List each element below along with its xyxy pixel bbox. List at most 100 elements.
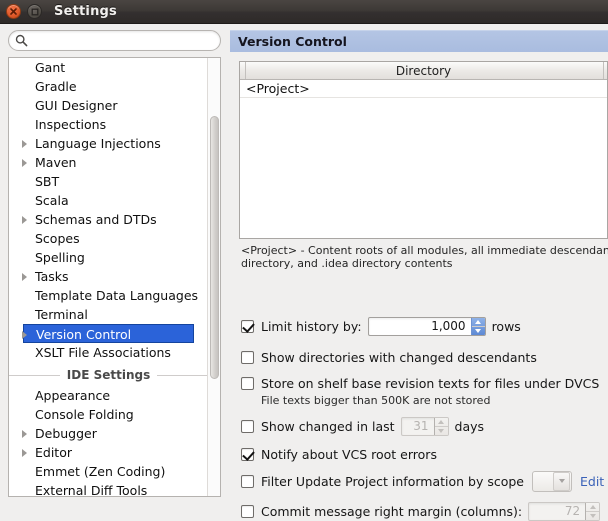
option-filter-update-project[interactable]: Filter Update Project information by sco… — [241, 470, 608, 492]
show-changed-spinner-buttons[interactable] — [433, 417, 448, 435]
sidebar-item-label: Appearance — [35, 388, 111, 403]
notify-vcs-checkbox[interactable] — [241, 447, 254, 461]
store-on-shelf-checkbox[interactable] — [241, 376, 254, 390]
expand-arrow-icon[interactable] — [22, 430, 27, 438]
column-divider-left[interactable] — [245, 62, 246, 79]
sidebar-item-spelling[interactable]: Spelling — [9, 248, 208, 267]
directory-description: <Project> - Content roots of all modules… — [241, 244, 608, 270]
search-input[interactable] — [32, 31, 216, 50]
spinner-up-icon[interactable] — [471, 318, 485, 327]
expand-arrow-icon[interactable] — [22, 159, 27, 167]
spinner-down-icon[interactable] — [472, 327, 485, 335]
sidebar-item-label: Scala — [35, 193, 69, 208]
sidebar-item-xslt-file-associations[interactable]: XSLT File Associations — [9, 343, 208, 362]
limit-history-checkbox[interactable] — [241, 319, 254, 333]
spinner-down-icon[interactable] — [586, 512, 599, 520]
option-commit-margin[interactable]: Commit message right margin (columns): 7… — [241, 501, 606, 521]
sidebar-item-gant[interactable]: Gant — [9, 58, 208, 77]
limit-history-label: Limit history by: — [261, 318, 362, 334]
limit-history-value[interactable]: 1,000 — [369, 318, 471, 335]
sidebar-item-scopes[interactable]: Scopes — [9, 229, 208, 248]
sidebar-item-gui-designer[interactable]: GUI Designer — [9, 96, 208, 115]
sidebar-item-label: Terminal — [35, 307, 88, 322]
separator-line-left — [9, 374, 60, 376]
sidebar-item-label: Debugger — [35, 426, 97, 441]
sidebar-item-schemas-and-dtds[interactable]: Schemas and DTDs — [9, 210, 208, 229]
sidebar-item-maven[interactable]: Maven — [9, 153, 208, 172]
show-changed-checkbox[interactable] — [241, 419, 254, 433]
sidebar-item-debugger[interactable]: Debugger — [9, 424, 208, 443]
sidebar-item-console-folding[interactable]: Console Folding — [9, 405, 208, 424]
expand-arrow-icon[interactable] — [22, 449, 27, 457]
chevron-down-icon[interactable] — [553, 471, 570, 491]
expand-arrow-icon[interactable] — [22, 140, 27, 148]
sidebar-item-label: Gradle — [35, 79, 77, 94]
sidebar-scrollbar[interactable] — [207, 58, 220, 496]
sidebar-item-emmet-zen-coding[interactable]: Emmet (Zen Coding) — [9, 462, 208, 481]
sidebar-item-editor[interactable]: Editor — [9, 443, 208, 462]
limit-history-spinner[interactable]: 1,000 — [367, 316, 486, 336]
sidebar-item-template-data-languages[interactable]: Template Data Languages — [9, 286, 208, 305]
sidebar-item-label: Editor — [35, 445, 72, 460]
commit-margin-value[interactable]: 72 — [529, 503, 585, 520]
option-notify-vcs-root-errors[interactable]: Notify about VCS root errors — [241, 444, 437, 464]
expand-arrow-icon[interactable] — [22, 331, 27, 339]
sidebar-item-gradle[interactable]: Gradle — [9, 77, 208, 96]
commit-margin-spinner[interactable]: 72 — [528, 501, 601, 521]
commit-margin-spinner-buttons[interactable] — [585, 502, 600, 520]
filter-update-checkbox[interactable] — [241, 474, 254, 488]
page-title: Version Control — [238, 34, 347, 49]
option-show-changed-in-last[interactable]: Show changed in last 31 days — [241, 416, 484, 436]
commit-margin-checkbox[interactable] — [241, 504, 254, 518]
column-header-directory[interactable]: Directory — [396, 64, 451, 78]
option-limit-history[interactable]: Limit history by: 1,000 rows — [241, 316, 521, 336]
sidebar-item-external-diff-tools[interactable]: External Diff Tools — [9, 481, 208, 496]
sidebar-item-language-injections[interactable]: Language Injections — [9, 134, 208, 153]
window-title: Settings — [54, 4, 117, 19]
store-on-shelf-note: File texts bigger than 500K are not stor… — [261, 394, 491, 407]
spinner-up-icon[interactable] — [586, 503, 600, 512]
sidebar-item-label: External Diff Tools — [35, 483, 148, 496]
sidebar-item-label: GUI Designer — [35, 98, 118, 113]
show-changed-spinner[interactable]: 31 — [400, 416, 449, 436]
close-icon[interactable] — [6, 4, 21, 19]
option-show-directories[interactable]: Show directories with changed descendant… — [241, 347, 537, 367]
expand-arrow-icon[interactable] — [22, 216, 27, 224]
table-body: <Project> — [240, 80, 607, 98]
sidebar-item-sbt[interactable]: SBT — [9, 172, 208, 191]
sidebar-item-inspections[interactable]: Inspections — [9, 115, 208, 134]
maximize-icon[interactable] — [27, 4, 42, 19]
sidebar-item-terminal[interactable]: Terminal — [9, 305, 208, 324]
sidebar-item-scala[interactable]: Scala — [9, 191, 208, 210]
sidebar-scrollbar-thumb[interactable] — [210, 116, 219, 379]
table-row[interactable]: <Project> — [240, 80, 607, 98]
sidebar-item-label: Spelling — [35, 250, 85, 265]
show-directories-checkbox[interactable] — [241, 350, 254, 364]
close-glyph — [10, 8, 17, 15]
version-control-pane: Version Control Directory <Project> <Pro… — [230, 30, 608, 521]
show-changed-suffix: days — [454, 418, 485, 434]
sidebar-item-tasks[interactable]: Tasks — [9, 267, 208, 286]
search-box[interactable] — [8, 30, 221, 51]
window-titlebar: Settings — [0, 0, 608, 24]
sidebar-item-appearance[interactable]: Appearance — [9, 386, 208, 405]
sidebar-item-label: SBT — [35, 174, 60, 189]
edit-scope-link[interactable]: Edit scope — [580, 474, 608, 489]
pane-header: Version Control — [230, 30, 608, 52]
expand-arrow-icon[interactable] — [22, 273, 27, 281]
sidebar-item-label: Console Folding — [35, 407, 134, 422]
column-divider-right[interactable] — [603, 62, 604, 79]
option-store-on-shelf[interactable]: Store on shelf base revision texts for f… — [241, 373, 599, 393]
spinner-up-icon[interactable] — [434, 418, 448, 427]
show-changed-label: Show changed in last — [261, 418, 395, 434]
notify-vcs-label: Notify about VCS root errors — [261, 446, 437, 462]
sidebar-item-version-control[interactable]: Version Control — [22, 324, 194, 343]
sidebar-item-label: Scopes — [35, 231, 80, 246]
spinner-down-icon[interactable] — [435, 427, 448, 435]
limit-history-spinner-buttons[interactable] — [470, 317, 485, 335]
separator-line-right — [157, 374, 208, 376]
scope-dropdown[interactable] — [532, 470, 572, 492]
maximize-glyph — [31, 8, 38, 15]
show-changed-value[interactable]: 31 — [402, 418, 434, 435]
filter-update-label: Filter Update Project information by sco… — [261, 473, 524, 489]
